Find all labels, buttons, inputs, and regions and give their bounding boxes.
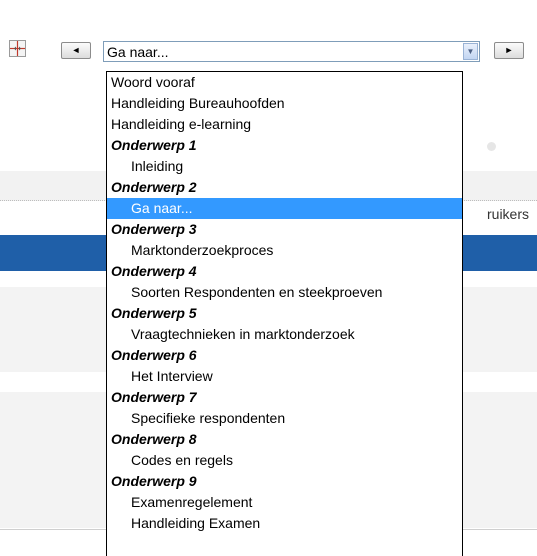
dropdown-option[interactable]: Inleiding: [107, 156, 462, 177]
dropdown-option[interactable]: Het Interview: [107, 366, 462, 387]
chevron-down-icon: ▼: [466, 46, 475, 56]
dropdown-option[interactable]: Handleiding Examen: [107, 513, 462, 534]
dropdown-group-label: Onderwerp 9: [111, 473, 197, 489]
background-text-fragment: ruikers: [487, 206, 530, 222]
background-dot: [487, 142, 496, 151]
dropdown-option[interactable]: Examenregelement: [107, 492, 462, 513]
dropdown-group-label: Onderwerp 5: [111, 305, 197, 321]
page: ruikers ◄ Ga naar... ▼ ► Woord vooraf Han…: [0, 0, 537, 556]
dropdown-group-label: Onderwerp 2: [111, 179, 197, 195]
previous-button[interactable]: ◄: [61, 42, 91, 59]
dropdown-group-label: Onderwerp 4: [111, 263, 197, 279]
dropdown-toggle[interactable]: ▼: [463, 43, 478, 60]
select-value: Ga naar...: [107, 44, 169, 60]
dropdown-option[interactable]: Codes en regels: [107, 450, 462, 471]
dropdown-group-label: Onderwerp 8: [111, 431, 197, 447]
dropdown-group-label: Onderwerp 7: [111, 389, 197, 405]
jump-to-select[interactable]: Ga naar... ▼: [103, 41, 480, 62]
arrow-right-icon: ►: [504, 45, 514, 55]
next-button[interactable]: ►: [494, 42, 524, 59]
dropdown-option-selected[interactable]: Ga naar...: [107, 198, 462, 219]
dropdown-option[interactable]: Specifieke respondenten: [107, 408, 462, 429]
dropdown-group-label: Onderwerp 3: [111, 221, 197, 237]
dropdown-option[interactable]: Woord vooraf: [107, 72, 462, 93]
dropdown-option[interactable]: Soorten Respondenten en steekproeven: [107, 282, 462, 303]
dropdown-option[interactable]: Marktonderzoekproces: [107, 240, 462, 261]
dropdown-group-label: Onderwerp 6: [111, 347, 197, 363]
dropdown-list: Woord vooraf Handleiding Bureauhoofden Han…: [106, 71, 463, 556]
dropdown-option[interactable]: Handleiding Bureauhoofden: [107, 93, 462, 114]
dropdown-group-label: Onderwerp 1: [111, 137, 197, 153]
page-nav-icon[interactable]: [9, 40, 26, 57]
dropdown-option[interactable]: Vraagtechnieken in marktonderzoek: [107, 324, 462, 345]
dropdown-option[interactable]: Handleiding e-learning: [107, 114, 462, 135]
arrow-left-icon: ◄: [71, 45, 81, 55]
